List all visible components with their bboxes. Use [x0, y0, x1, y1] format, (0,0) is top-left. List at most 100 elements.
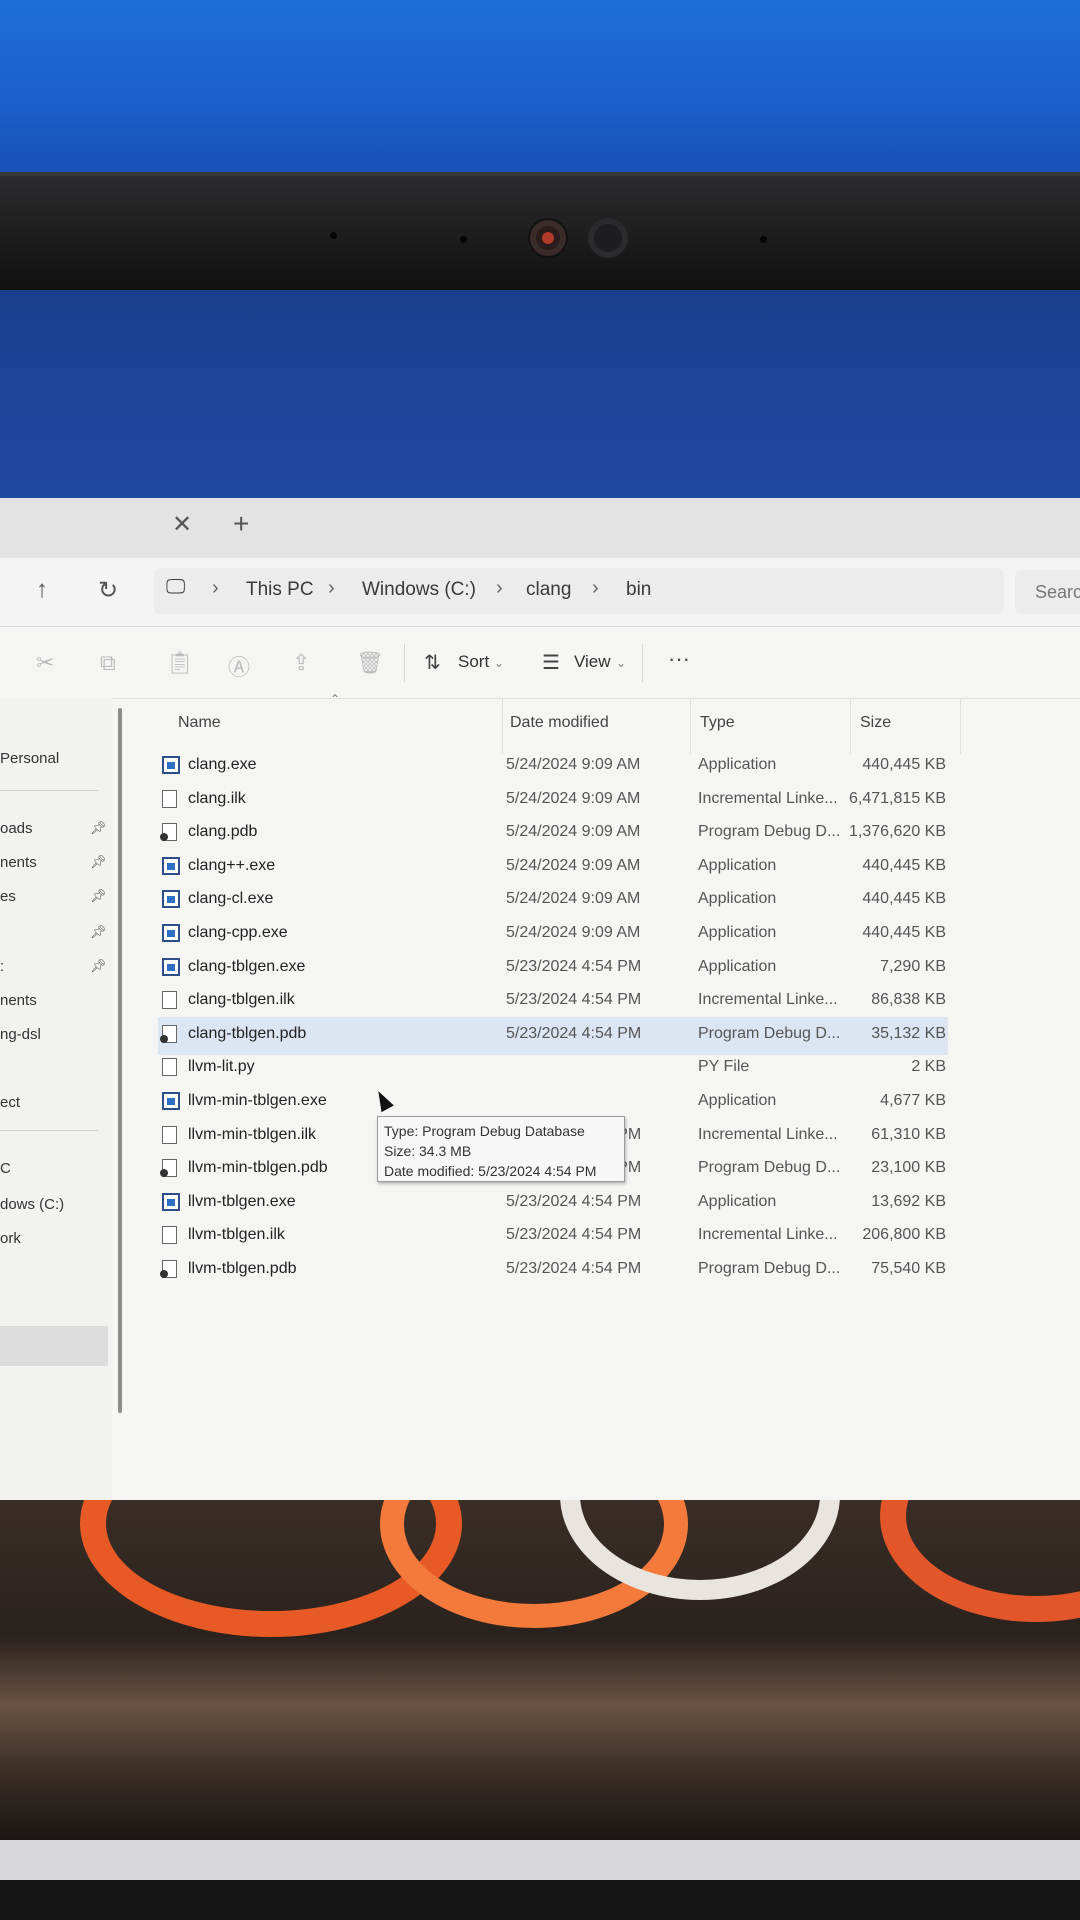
- column-header-size[interactable]: Size: [860, 714, 891, 732]
- sidebar-item[interactable]: ect: [0, 1094, 20, 1111]
- file-name: clang.ilk: [188, 789, 246, 807]
- debug-database-icon: [160, 1024, 177, 1043]
- sort-icon[interactable]: ⇅: [424, 650, 441, 675]
- file-date: 5/23/2024 4:54 PM: [506, 1226, 642, 1244]
- file-size: 23,100 KB: [871, 1159, 946, 1177]
- file-type: Application: [698, 890, 777, 908]
- file-row[interactable]: clang.pdb 5/24/2024 9:09 AM Program Debug …: [150, 815, 950, 853]
- chevron-down-icon[interactable]: ⌄: [616, 656, 626, 670]
- file-row[interactable]: llvm-tblgen.ilk 5/23/2024 4:54 PM Incremen…: [150, 1218, 950, 1256]
- chevron-down-icon[interactable]: ⌄: [494, 656, 504, 670]
- view-button[interactable]: View: [574, 652, 611, 672]
- file-name: llvm-min-tblgen.pdb: [188, 1159, 328, 1177]
- file-row[interactable]: clang++.exe 5/24/2024 9:09 AM Application 4…: [150, 849, 950, 887]
- monitor-icon[interactable]: 🖵: [166, 576, 185, 599]
- file-size: 206,800 KB: [862, 1226, 946, 1244]
- breadcrumb-item[interactable]: Windows (C:): [362, 579, 476, 601]
- delete-icon[interactable]: 🗑︎: [356, 650, 384, 676]
- file-row[interactable]: clang-cl.exe 5/24/2024 9:09 AM Application…: [150, 882, 950, 920]
- application-icon: [162, 856, 180, 875]
- column-header-name[interactable]: Name: [178, 714, 221, 732]
- tab-bar: ✕ +: [0, 498, 1080, 558]
- share-icon[interactable]: ⇪: [292, 650, 310, 676]
- debug-database-icon: [160, 823, 177, 842]
- file-size: 86,838 KB: [871, 991, 946, 1009]
- file-row[interactable]: clang-tblgen.pdb 5/23/2024 4:54 PM Program…: [158, 1016, 948, 1055]
- file-row[interactable]: clang.exe 5/24/2024 9:09 AM Application 440…: [150, 748, 950, 786]
- sidebar-item[interactable]: Personal: [0, 750, 59, 767]
- sidebar-item[interactable]: es: [0, 888, 16, 905]
- sidebar-item-windows-c[interactable]: dows (C:): [0, 1196, 64, 1213]
- plus-icon[interactable]: +: [233, 508, 249, 540]
- chevron-right-icon[interactable]: ›: [328, 577, 335, 600]
- file-tooltip: Type: Program Debug Database Size: 34.3 …: [377, 1116, 625, 1182]
- sidebar-item[interactable]: C: [0, 1160, 11, 1177]
- cut-icon[interactable]: ✂: [36, 650, 54, 676]
- file-row[interactable]: llvm-lit.py PY File 2 KB: [150, 1050, 950, 1088]
- file-row[interactable]: clang-cpp.exe 5/24/2024 9:09 AM Applicatio…: [150, 916, 950, 954]
- up-arrow-icon[interactable]: ↑: [36, 576, 48, 604]
- file-type: Application: [698, 924, 777, 941]
- file-size: 7,290 KB: [880, 957, 946, 975]
- sidebar-item[interactable]: nents: [0, 992, 37, 1009]
- file-row[interactable]: clang-tblgen.exe 5/23/2024 4:54 PM Applica…: [150, 950, 950, 988]
- column-divider[interactable]: [502, 698, 503, 754]
- divider: [0, 790, 98, 791]
- pin-icon[interactable]: 📌︎: [90, 820, 107, 836]
- file-date: 5/24/2024 9:09 AM: [506, 890, 641, 908]
- sidebar-scrollbar[interactable]: [118, 708, 122, 1413]
- rename-icon[interactable]: Ⓐ: [228, 650, 250, 682]
- sidebar-item[interactable]: :: [0, 958, 4, 975]
- pin-icon[interactable]: 📌︎: [90, 854, 107, 870]
- divider: [404, 644, 405, 682]
- column-divider[interactable]: [960, 698, 961, 754]
- application-icon: [162, 890, 180, 909]
- debug-database-icon: [160, 1159, 177, 1178]
- view-icon[interactable]: ☰: [542, 650, 560, 675]
- paste-icon[interactable]: 📋︎: [166, 650, 194, 676]
- pin-icon[interactable]: 📌︎: [90, 924, 107, 940]
- file-row[interactable]: clang.ilk 5/24/2024 9:09 AM Incremental Li…: [150, 782, 950, 820]
- chevron-right-icon[interactable]: ›: [592, 577, 599, 600]
- file-type: Incremental Linke...: [698, 1125, 838, 1143]
- file-name: llvm-min-tblgen.ilk: [188, 1125, 317, 1143]
- file-date: 5/23/2024 4:54 PM: [506, 1260, 642, 1277]
- file-row[interactable]: llvm-tblgen.pdb 5/23/2024 4:54 PM Program …: [150, 1252, 950, 1290]
- more-options-button[interactable]: ···: [668, 646, 690, 672]
- sort-button[interactable]: Sort: [458, 652, 489, 672]
- bezel-sensor: [330, 232, 337, 239]
- file-list: ⌃ Name Date modified Type Size clang.exe…: [150, 692, 980, 1398]
- sidebar-item[interactable]: oads: [0, 820, 33, 837]
- copy-icon[interactable]: ⧉: [100, 650, 116, 676]
- column-header-date[interactable]: Date modified: [510, 714, 609, 732]
- debug-database-icon: [160, 1260, 177, 1278]
- file-size: 13,692 KB: [871, 1192, 946, 1210]
- column-divider[interactable]: [690, 698, 691, 754]
- breadcrumb-item[interactable]: bin: [626, 579, 651, 601]
- command-bar: ✂ ⧉ 📋︎ Ⓐ ⇪ 🗑︎ ⇅ Sort ⌄ ☰ View ⌄ ···: [0, 628, 1080, 699]
- sidebar-item[interactable]: nents: [0, 854, 37, 871]
- file-row[interactable]: llvm-tblgen.exe 5/23/2024 4:54 PM Applicat…: [150, 1185, 950, 1223]
- pin-icon[interactable]: 📌︎: [90, 888, 107, 904]
- refresh-icon[interactable]: ↻: [98, 576, 118, 605]
- file-date: 5/24/2024 9:09 AM: [506, 823, 641, 841]
- column-divider[interactable]: [850, 698, 851, 754]
- sidebar-item[interactable]: ng-dsl: [0, 1026, 41, 1043]
- pin-icon[interactable]: 📌︎: [90, 958, 107, 974]
- sidebar-item[interactable]: ork: [0, 1230, 21, 1247]
- search-input[interactable]: Searc: [1015, 570, 1080, 614]
- breadcrumb-item[interactable]: clang: [526, 579, 571, 601]
- file-size: 2 KB: [911, 1058, 946, 1076]
- file-size: 35,132 KB: [871, 1024, 946, 1042]
- breadcrumb-item[interactable]: This PC: [246, 579, 314, 601]
- divider: [642, 644, 643, 682]
- sort-ascending-icon: ⌃: [330, 692, 341, 706]
- chevron-right-icon[interactable]: ›: [496, 577, 503, 600]
- column-header-type[interactable]: Type: [700, 714, 735, 732]
- breadcrumb[interactable]: 🖵 › This PC › Windows (C:) › clang › bin: [154, 568, 1004, 614]
- file-row[interactable]: clang-tblgen.ilk 5/23/2024 4:54 PM Increme…: [150, 983, 950, 1021]
- close-icon[interactable]: ✕: [172, 510, 192, 539]
- file-size: 6,471,815 KB: [849, 789, 946, 807]
- application-icon: [162, 756, 180, 774]
- chevron-right-icon[interactable]: ›: [212, 577, 219, 600]
